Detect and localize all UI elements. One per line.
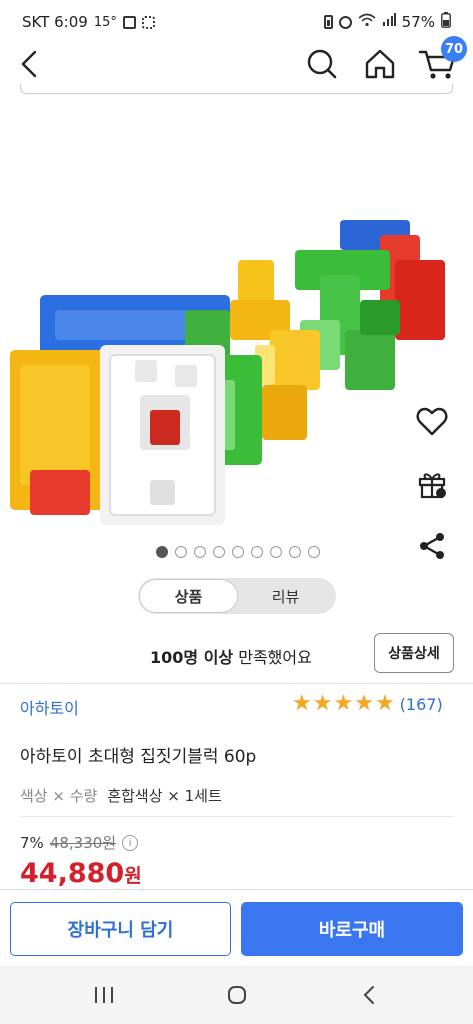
home-icon — [365, 49, 395, 79]
status-right: 57% — [323, 12, 451, 32]
system-navigation-bar — [0, 966, 473, 1024]
heart-icon — [416, 407, 448, 436]
temperature: 15° — [93, 14, 117, 30]
product-image[interactable] — [0, 180, 473, 540]
home-system-button[interactable] — [217, 980, 257, 1010]
original-price: 48,330원 — [49, 834, 117, 852]
divider — [0, 683, 473, 684]
sale-price-value: 44,880 — [20, 858, 125, 889]
info-icon[interactable]: i — [122, 834, 139, 851]
divider — [20, 816, 453, 817]
discount-rate: 7% — [20, 833, 44, 852]
home-circle-icon — [228, 986, 246, 1004]
wishlist-button[interactable] — [410, 402, 454, 442]
search-icon — [307, 49, 337, 79]
signal-icon — [382, 13, 396, 31]
star-icon: ★ — [374, 691, 395, 716]
gift-icon — [418, 473, 446, 499]
pagination-dot-4[interactable] — [212, 546, 225, 558]
selected-option: 색상 × 수량 혼합색상 × 1세트 — [20, 785, 222, 806]
sale-price: 44,880원 — [20, 858, 142, 889]
side-actions — [410, 402, 454, 588]
pagination-dot-8[interactable] — [288, 546, 301, 558]
star-icon: ★ — [354, 691, 374, 716]
purchase-bar: 장바구니 담기 바로구매 — [0, 889, 473, 966]
back-icon — [21, 50, 37, 78]
cart-count-badge: 70 — [441, 36, 467, 62]
currency: 원 — [124, 865, 142, 887]
star-icon: ★ — [333, 691, 354, 716]
pagination-dot-7[interactable] — [269, 546, 282, 558]
search-button[interactable] — [304, 46, 340, 82]
pagination-dot-6[interactable] — [250, 546, 263, 558]
pagination-dot-2[interactable] — [174, 546, 187, 558]
star-icon: ★ — [292, 691, 312, 716]
option-label: 색상 × 수량 — [20, 787, 98, 805]
battery-icon — [441, 12, 451, 32]
carrier-time: SKT 6:09 — [22, 13, 88, 31]
rating[interactable]: ★ ★ ★ ★ ★ (167) — [292, 692, 443, 716]
back-button[interactable] — [14, 46, 48, 82]
gallery-pagination — [0, 546, 473, 558]
pagination-dot-9[interactable] — [307, 546, 320, 558]
review-count: (167) — [399, 694, 443, 714]
recent-apps-icon — [95, 987, 113, 1003]
product-page: SKT 6:09 15° 57% 70 상품 리뷰 100명 이상 만족했어요 … — [0, 0, 473, 1024]
pagination-dot-1[interactable] — [155, 546, 168, 558]
add-to-cart-button[interactable]: 장바구니 담기 — [10, 902, 231, 956]
status-bar: SKT 6:09 15° 57% — [0, 0, 473, 44]
product-detail-button[interactable]: 상품상세 — [374, 633, 454, 673]
star-icon: ★ — [312, 691, 333, 716]
top-nav — [0, 44, 473, 88]
wifi-icon — [358, 13, 376, 31]
pagination-dot-3[interactable] — [193, 546, 206, 558]
alarm-icon — [338, 15, 352, 29]
product-title: 아하토이 초대형 집짓기블럭 60p — [20, 747, 257, 767]
toy-blocks-image — [10, 220, 445, 525]
system-back-button[interactable] — [350, 980, 390, 1010]
tab-product[interactable]: 상품 — [140, 580, 237, 612]
check-notification-icon — [122, 15, 136, 29]
product-review-toggle: 상품 리뷰 — [138, 578, 336, 614]
brand-link[interactable]: 아하토이 — [20, 695, 79, 719]
satisfaction-text: 100명 이상 만족했어요 — [150, 644, 312, 668]
system-back-icon — [363, 986, 374, 1004]
pagination-dot-5[interactable] — [231, 546, 244, 558]
recent-apps-button[interactable] — [84, 980, 124, 1010]
gallery-thumb-strip — [20, 84, 453, 94]
home-button[interactable] — [362, 46, 398, 82]
gift-button[interactable] — [410, 464, 454, 504]
satisfaction-count: 100명 이상 — [150, 648, 234, 667]
battery-percent: 57% — [401, 13, 435, 31]
option-value: 혼합색상 × 1세트 — [107, 787, 222, 805]
satisfaction-label: 만족했어요 — [233, 648, 312, 667]
app-notification-icon — [141, 15, 155, 29]
tab-review[interactable]: 리뷰 — [237, 580, 334, 612]
status-left: SKT 6:09 15° — [22, 13, 155, 31]
buy-now-button[interactable]: 바로구매 — [241, 902, 463, 956]
price-info: 7% 48,330원 i — [20, 832, 139, 853]
battery-saver-icon — [323, 15, 333, 29]
